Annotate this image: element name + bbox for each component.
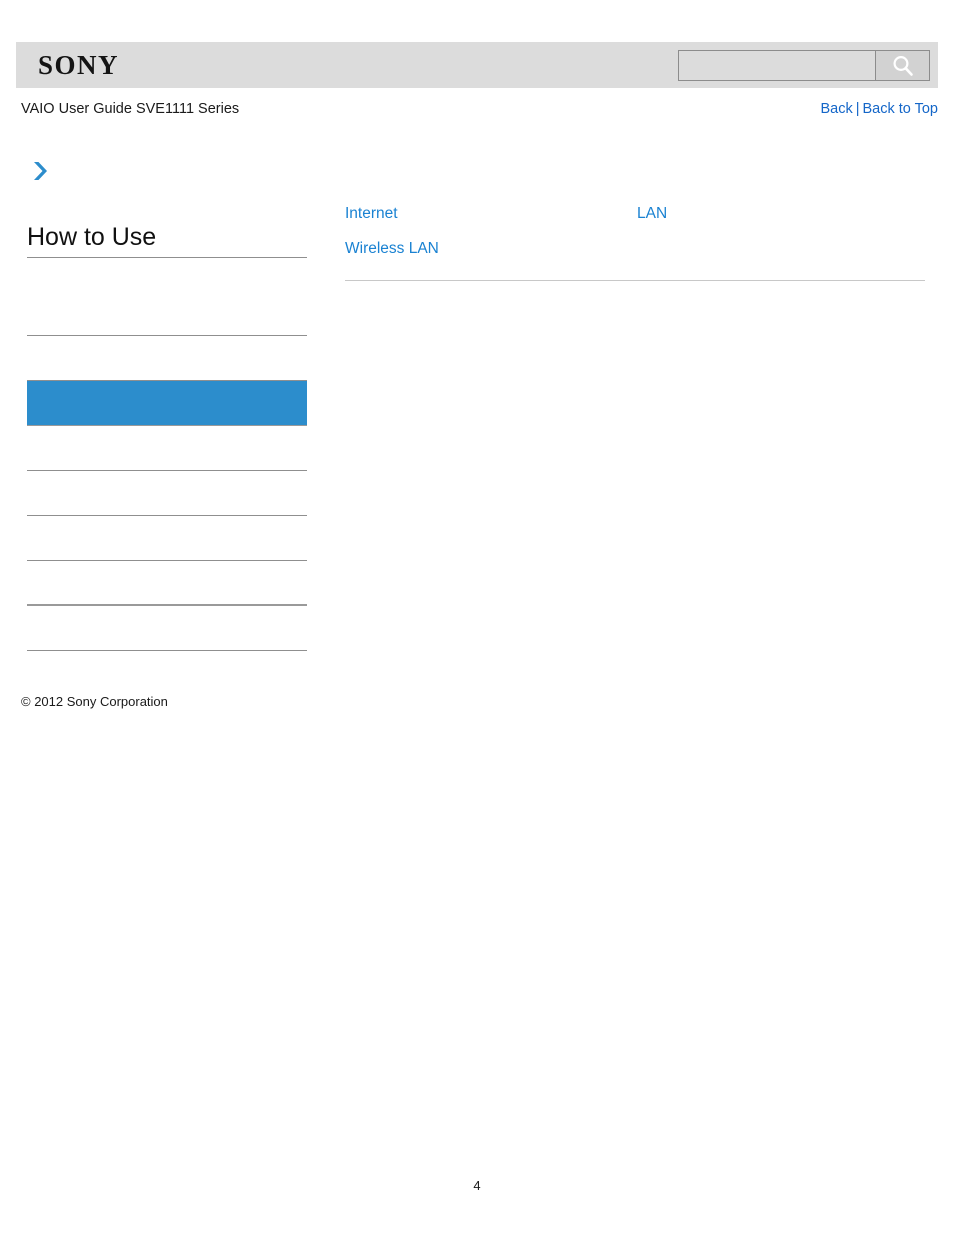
- sidebar: How to Use: [27, 158, 307, 651]
- search-box: [678, 50, 930, 81]
- sidebar-item-4[interactable]: [27, 426, 307, 471]
- chevron-right-icon[interactable]: [27, 158, 53, 184]
- sidebar-nav-list: [27, 291, 307, 651]
- search-input[interactable]: [679, 51, 875, 80]
- search-icon: [890, 54, 916, 78]
- page-number: 4: [473, 1178, 481, 1193]
- sidebar-item-7[interactable]: [27, 561, 307, 606]
- topic-link-wireless-lan[interactable]: Wireless LAN: [345, 231, 635, 266]
- topic-link-grid: Internet Wireless LAN LAN: [345, 196, 925, 281]
- sidebar-item-3-selected[interactable]: [27, 381, 307, 426]
- page-title: How to Use: [27, 222, 307, 258]
- sony-logo: SONY: [38, 50, 120, 80]
- sidebar-item-8[interactable]: [27, 606, 307, 651]
- back-to-top-link[interactable]: Back to Top: [862, 101, 938, 117]
- copyright-text: © 2012 Sony Corporation: [21, 694, 168, 709]
- topic-link-internet[interactable]: Internet: [345, 196, 635, 231]
- topic-column-right: LAN: [635, 196, 925, 266]
- sidebar-item-5[interactable]: [27, 471, 307, 516]
- guide-title: VAIO User Guide SVE1111 Series: [21, 101, 240, 117]
- search-button[interactable]: [875, 51, 929, 80]
- topic-link-lan[interactable]: LAN: [637, 196, 925, 231]
- main-content: Internet Wireless LAN LAN: [345, 196, 925, 281]
- header-bar: SONY: [16, 42, 938, 88]
- sidebar-item-6[interactable]: [27, 516, 307, 561]
- top-navigation-links: Back | Back to Top: [820, 101, 938, 117]
- topic-column-left: Internet Wireless LAN: [345, 196, 635, 266]
- sidebar-item-1[interactable]: [27, 291, 307, 336]
- back-link[interactable]: Back: [820, 101, 852, 117]
- sidebar-item-2[interactable]: [27, 336, 307, 381]
